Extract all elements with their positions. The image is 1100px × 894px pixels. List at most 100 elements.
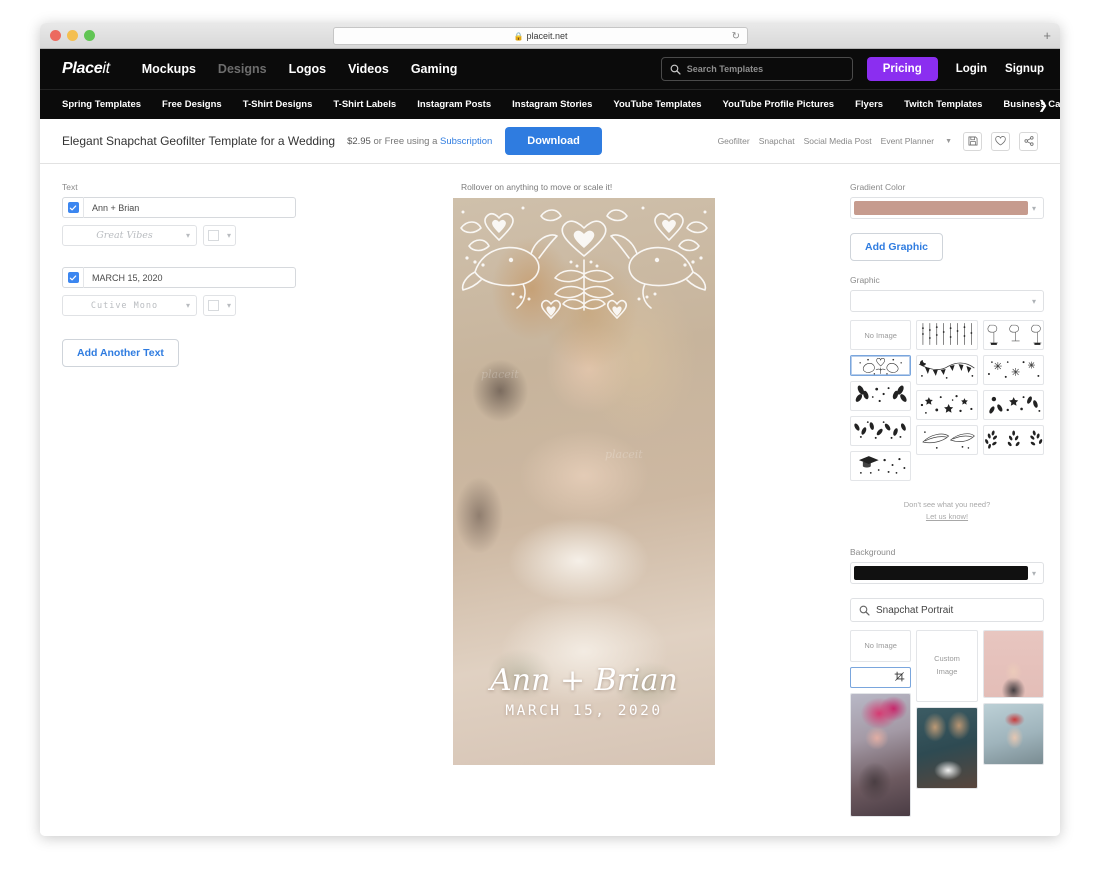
- graphic-thumb-no-image[interactable]: No Image: [850, 320, 912, 350]
- share-button[interactable]: [1019, 131, 1038, 151]
- color-swatch: [208, 300, 219, 311]
- graphic-thumb-feathers-sketch[interactable]: [916, 425, 978, 455]
- subnav-item-5[interactable]: Instagram Stories: [512, 99, 592, 110]
- pricing-button[interactable]: Pricing: [866, 57, 938, 81]
- font-name-label: Cutive Mono: [90, 300, 159, 311]
- nav-videos[interactable]: Videos: [348, 62, 389, 76]
- canvas-panel: Rollover on anything to move or scale it…: [318, 164, 850, 812]
- site-content: Placeit Mockups Designs Logos Videos Gam…: [40, 49, 1060, 836]
- floral-doves-graphic[interactable]: [453, 198, 715, 338]
- canvas-names-text[interactable]: Ann + Brian: [453, 666, 715, 696]
- subnav-item-1[interactable]: Free Designs: [162, 99, 222, 110]
- text-layer-1-value-row: [62, 197, 296, 218]
- subnav-item-10[interactable]: Business Cards: [1003, 99, 1060, 110]
- nav-mockups[interactable]: Mockups: [142, 62, 196, 76]
- subnav-item-3[interactable]: T-Shirt Labels: [333, 99, 396, 110]
- canvas-hint: Rollover on anything to move or scale it…: [461, 182, 613, 192]
- text-layer-2-color-select[interactable]: ▾: [203, 295, 236, 316]
- signup-link[interactable]: Signup: [1005, 63, 1044, 75]
- tag-geofilter[interactable]: Geofilter: [718, 136, 750, 146]
- screenshot-root: 🔒 placeit.net ↻ + Placeit Mockups Design…: [0, 0, 1100, 894]
- text-layer-1-toggle[interactable]: [63, 197, 84, 218]
- text-layer-1-input[interactable]: [84, 202, 295, 213]
- graphic-thumb-confetti-leaves-scatter[interactable]: [850, 416, 912, 446]
- add-another-text-button[interactable]: Add Another Text: [62, 339, 179, 367]
- subnav-item-8[interactable]: Flyers: [855, 99, 883, 110]
- tag-event-planner[interactable]: Event Planner: [881, 136, 934, 146]
- canvas-date-text[interactable]: MARCH 15, 2020: [453, 703, 715, 719]
- stars-scatter-icon: [921, 395, 973, 414]
- subnav-item-9[interactable]: Twitch Templates: [904, 99, 982, 110]
- chevron-down-icon: ▾: [1031, 568, 1036, 578]
- plus-icon[interactable]: +: [1043, 29, 1051, 42]
- address-bar[interactable]: 🔒 placeit.net ↻: [333, 27, 748, 45]
- close-window-button[interactable]: [50, 30, 61, 41]
- nav-logos[interactable]: Logos: [289, 62, 327, 76]
- graphic-thumb-hanging-strings-pattern[interactable]: [916, 320, 978, 350]
- layer-divider: [62, 253, 296, 267]
- confetti-leaves-scatter-icon: [854, 421, 906, 439]
- subscription-link[interactable]: Subscription: [440, 136, 492, 147]
- graphic-thumb-fern-leaves-border[interactable]: [982, 425, 1044, 455]
- bg-thumb-wedding-couple-embrace[interactable]: [850, 667, 912, 688]
- caret-down-icon[interactable]: ▼: [945, 138, 952, 145]
- text-layer-2-toggle[interactable]: [63, 267, 84, 288]
- graphic-thumb-leaves-hearts-corner[interactable]: [850, 381, 912, 411]
- text-layer-1-color-select[interactable]: ▾: [203, 225, 236, 246]
- maximize-window-button[interactable]: [84, 30, 95, 41]
- search-box[interactable]: [660, 57, 853, 81]
- checkbox-checked: [67, 272, 79, 283]
- reload-icon[interactable]: ↻: [732, 31, 740, 42]
- graphic-thumb-bunting-flags-garland[interactable]: [916, 355, 978, 385]
- graphic-thumb-tree-swings[interactable]: [982, 320, 1044, 350]
- graphic-thumb-floral-doves-border[interactable]: [850, 355, 912, 376]
- canvas-text-group[interactable]: Ann + Brian MARCH 15, 2020: [453, 666, 715, 720]
- bg-thumb-woman-pink-sunglasses[interactable]: [850, 693, 912, 817]
- text-layer-2-font-select[interactable]: Cutive Mono ▾: [62, 295, 197, 316]
- tag-social-media-post[interactable]: Social Media Post: [804, 136, 872, 146]
- bg-thumb-woman-pink-wall[interactable]: [982, 630, 1044, 698]
- crop-button[interactable]: [891, 668, 908, 684]
- text-layer-1-field[interactable]: [62, 197, 296, 218]
- subnav-item-2[interactable]: T-Shirt Designs: [243, 99, 313, 110]
- nav-designs[interactable]: Designs: [218, 62, 267, 76]
- snowflakes-scatter-icon: [987, 361, 1040, 378]
- bg-thumb-woman-red-headband[interactable]: [982, 703, 1044, 765]
- text-layer-2-field[interactable]: [62, 267, 296, 288]
- subnav-item-6[interactable]: YouTube Templates: [613, 99, 701, 110]
- bg-thumb-custom-image[interactable]: Custom Image: [916, 630, 978, 702]
- download-button[interactable]: Download: [505, 127, 602, 155]
- login-link[interactable]: Login: [956, 63, 987, 75]
- add-graphic-button[interactable]: Add Graphic: [850, 233, 944, 261]
- bunting-flags-garland-icon: [919, 360, 975, 379]
- text-layer-2-input[interactable]: [84, 272, 295, 283]
- checkmark-icon: [69, 274, 77, 280]
- design-canvas[interactable]: placeit placeit Ann + Brian MARCH 15, 20…: [453, 198, 715, 765]
- graphic-thumb-graduation-cap-confetti[interactable]: [850, 451, 912, 481]
- let-us-know-link[interactable]: Let us know!: [926, 512, 968, 521]
- subnav-item-4[interactable]: Instagram Posts: [417, 99, 491, 110]
- background-color-select[interactable]: ▾: [850, 562, 1044, 584]
- subnav-item-0[interactable]: Spring Templates: [62, 99, 141, 110]
- favorite-button[interactable]: [991, 131, 1010, 151]
- search-input[interactable]: [686, 64, 844, 74]
- gradient-color-select[interactable]: ▾: [850, 197, 1044, 219]
- subnav-item-7[interactable]: YouTube Profile Pictures: [723, 99, 835, 110]
- page-title: Elegant Snapchat Geofilter Template for …: [62, 134, 336, 148]
- save-button[interactable]: [963, 131, 982, 151]
- tag-snapchat[interactable]: Snapchat: [759, 136, 795, 146]
- graphic-thumb-snowflakes-scatter[interactable]: [982, 355, 1044, 385]
- graphic-thumb-stars-scatter[interactable]: [916, 390, 978, 420]
- nav-gaming[interactable]: Gaming: [411, 62, 458, 76]
- graphic-select[interactable]: ▾: [850, 290, 1044, 312]
- bg-thumb-couple-ultrasound-photo[interactable]: [916, 707, 978, 789]
- minimize-window-button[interactable]: [67, 30, 78, 41]
- bg-thumb-no-image[interactable]: No Image: [850, 630, 912, 662]
- window-controls[interactable]: [50, 30, 95, 41]
- custom-image-label: Custom Image: [934, 654, 960, 676]
- placeit-logo[interactable]: Placeit: [62, 60, 110, 78]
- text-layer-1-font-select[interactable]: Great Vibes ▾: [62, 225, 197, 246]
- graphic-thumb-leaves-stars-mix[interactable]: [982, 390, 1044, 420]
- chevron-right-icon[interactable]: ❯: [1038, 98, 1048, 112]
- background-search-box[interactable]: Snapchat Portrait: [850, 598, 1044, 622]
